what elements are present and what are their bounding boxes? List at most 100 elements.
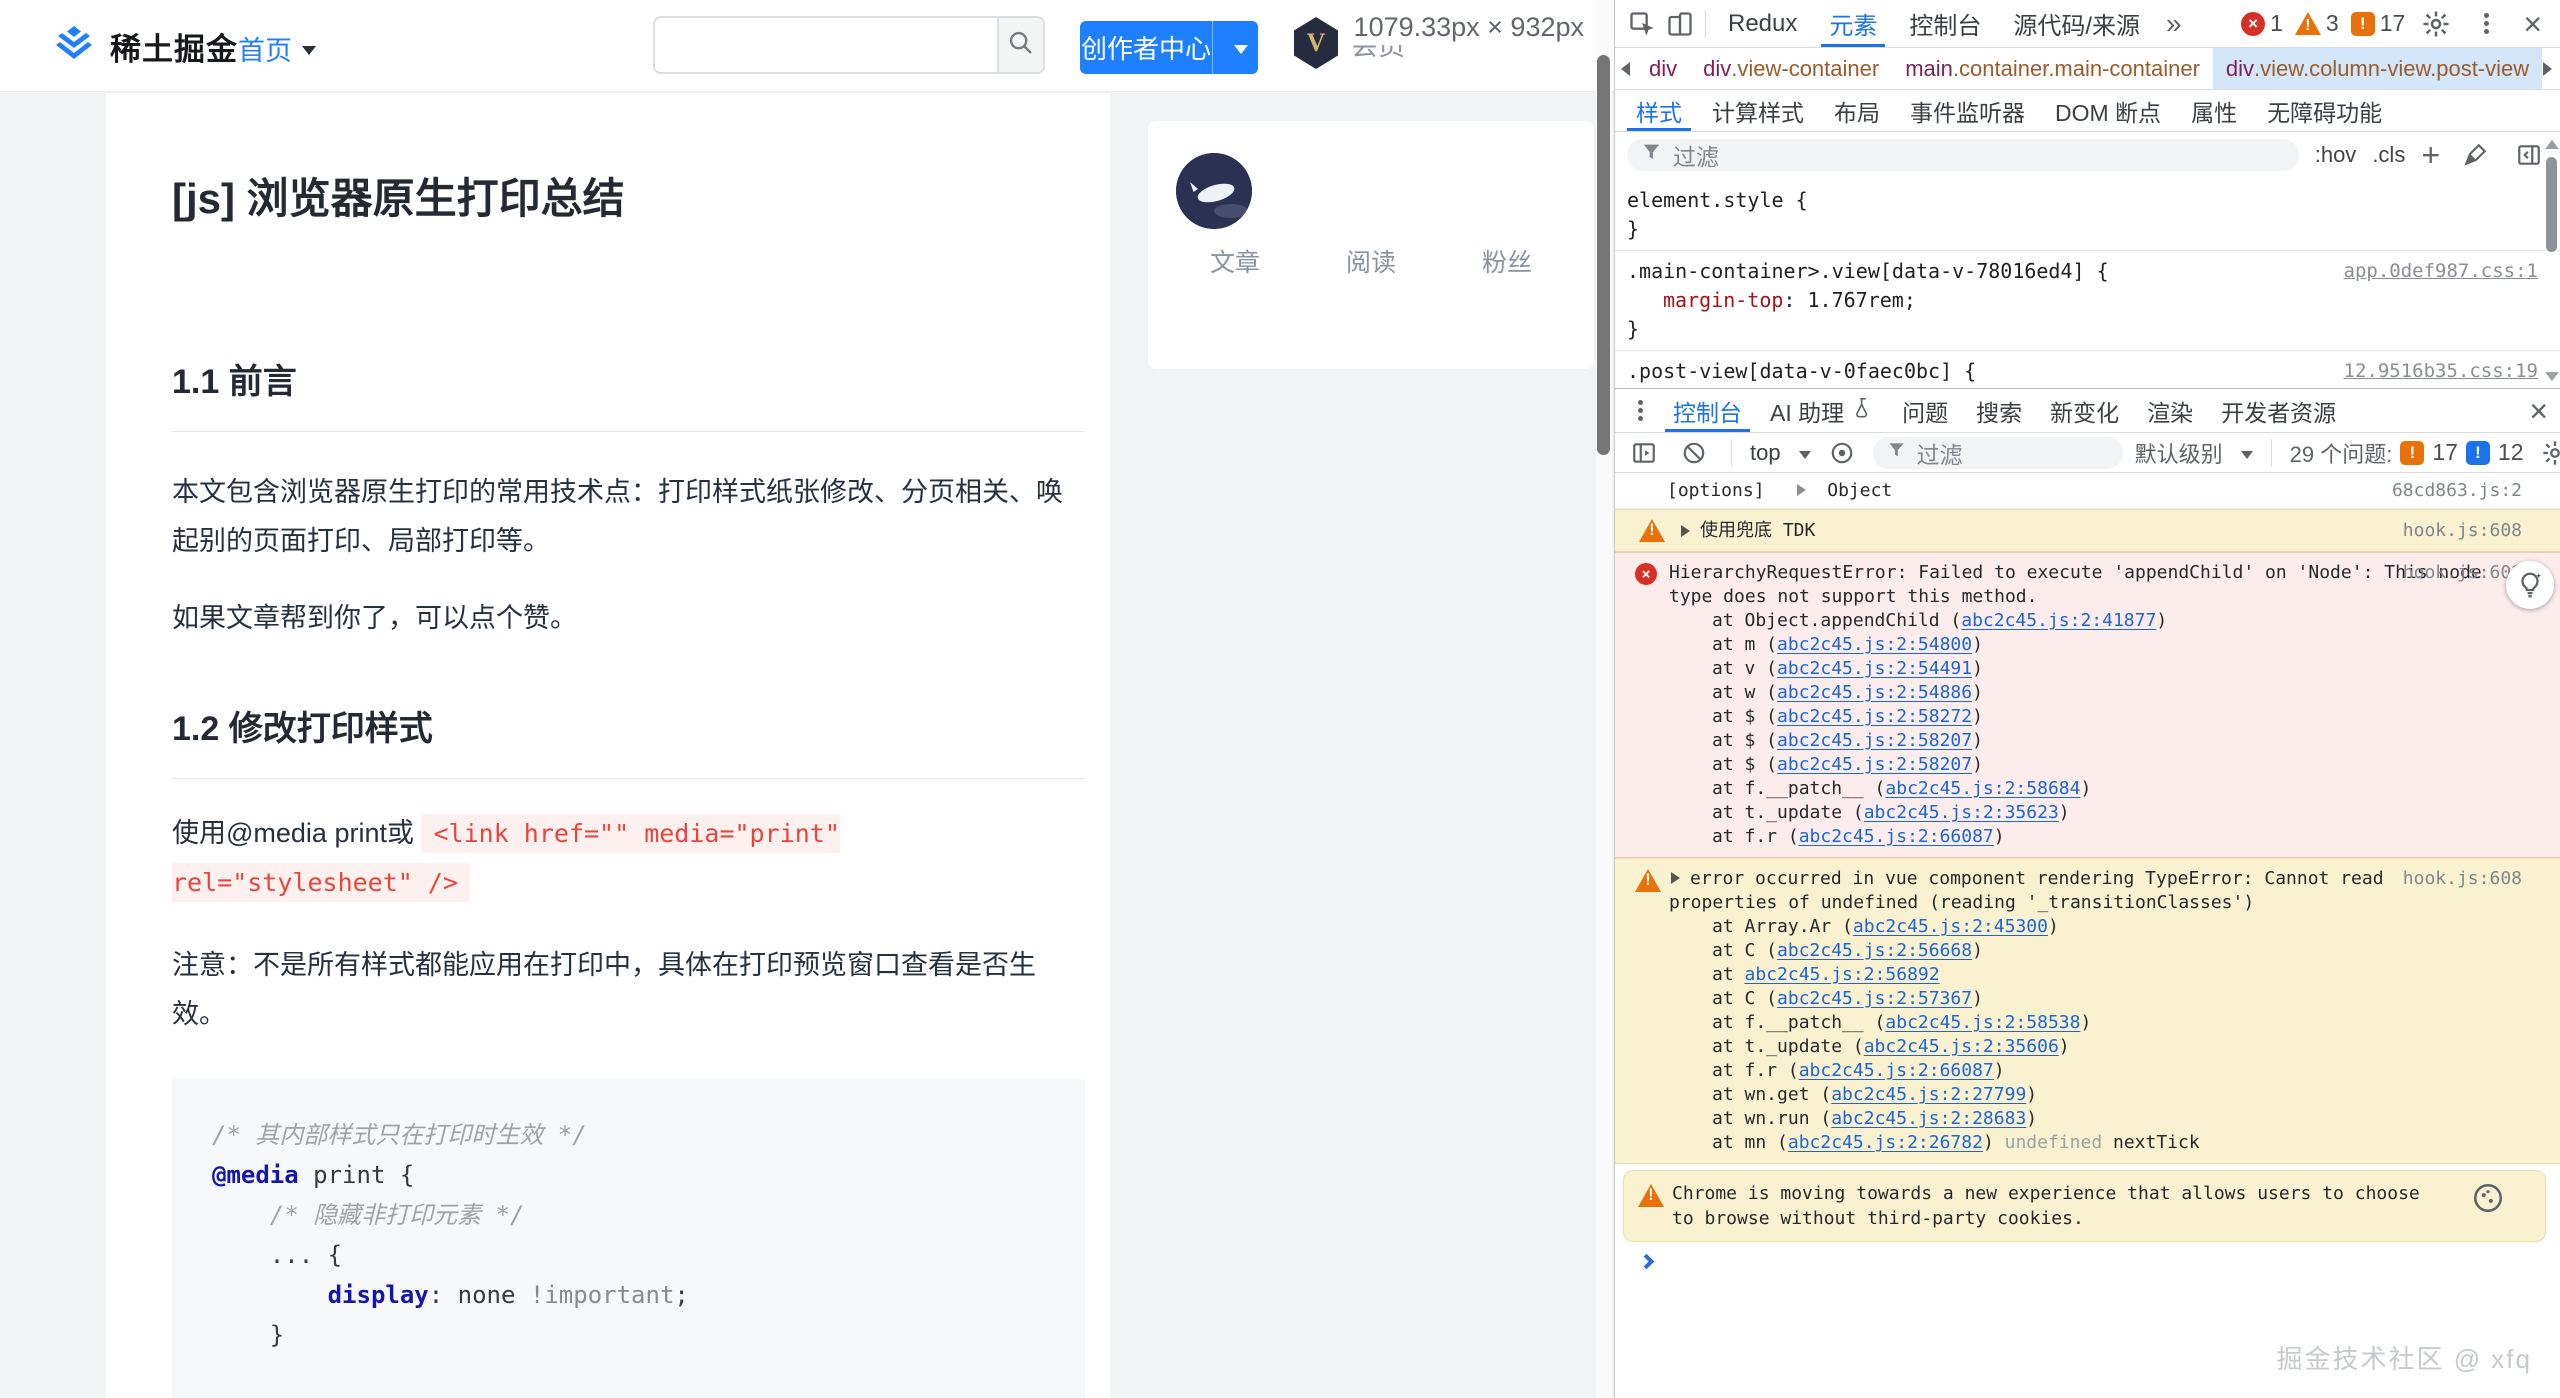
tab-rendering[interactable]: 渲染 [2133,389,2207,432]
stat-reads[interactable]: 阅读 [1346,243,1396,279]
tab-computed[interactable]: 计算样式 [1697,90,1819,131]
creator-center-dropdown[interactable] [1212,21,1258,74]
source-location-link[interactable]: hook.js:608 [2403,518,2522,543]
tab-issues[interactable]: 问题 [1888,389,1962,432]
stack-source-link[interactable]: abc2c45.js:2:54886 [1777,682,1972,703]
breadcrumb-item[interactable]: main.container.main-container [1892,48,2213,89]
stack-source-link[interactable]: abc2c45.js:2:35606 [1864,1036,2059,1057]
source-location-link[interactable]: hook.js:608 [2403,561,2522,585]
stack-source-link[interactable]: abc2c45.js:2:54491 [1777,658,1972,679]
close-devtools-icon[interactable]: × [2517,8,2548,40]
drawer-kebab-menu-icon[interactable] [1621,392,1659,430]
breadcrumb-item-selected[interactable]: div.view.column-view.post-view [2213,48,2542,89]
stack-source-link[interactable]: abc2c45.js:2:58207 [1777,754,1972,775]
console-settings-gear-icon[interactable] [2536,434,2560,472]
search-button[interactable] [997,18,1043,72]
ai-explain-error-button[interactable] [2506,561,2554,609]
element-style-rule[interactable]: element.style { [1627,186,2560,215]
site-logo[interactable]: 稀土掘金 [54,24,238,69]
stack-source-link[interactable]: abc2c45.js:2:56668 [1777,940,1972,961]
clear-console-icon[interactable] [1675,434,1713,472]
new-style-rule-button[interactable]: + [2421,139,2440,171]
tab-console[interactable]: 控制台 [1893,0,1997,47]
breadcrumb-item[interactable]: div.view-container [1690,48,1892,89]
more-tabs-icon[interactable]: » [2156,8,2192,40]
search-input[interactable] [655,18,997,72]
console-filter-input[interactable]: 过滤 [1873,437,2123,469]
stack-source-link[interactable]: abc2c45.js:2:27799 [1831,1084,2026,1105]
toggle-sidebar-icon[interactable] [2510,136,2548,174]
tab-layout[interactable]: 布局 [1819,90,1895,131]
console-error-block[interactable]: × HierarchyRequestError: Failed to execu… [1615,552,2560,858]
error-count-badge[interactable]: × 1 [2241,10,2283,37]
css-selector[interactable]: .main-container>.view[data-v-78016ed4] { [1627,257,2310,286]
stack-source-link[interactable]: abc2c45.js:2:58684 [1885,778,2080,799]
issue-count-badge[interactable]: ! 17 [2351,10,2406,37]
css-selector[interactable]: .post-view[data-v-0faec0bc] { [1627,357,2310,386]
breadcrumb-item[interactable]: div [1636,48,1690,89]
close-drawer-icon[interactable]: × [2523,395,2554,427]
tab-elements[interactable]: 元素 [1813,0,1893,47]
stack-source-link[interactable]: abc2c45.js:2:56892 [1745,964,1940,985]
console-sidebar-icon[interactable] [1625,434,1663,472]
issues-summary[interactable]: 29 个问题: ! 17 ! 12 [2290,437,2524,469]
tab-properties[interactable]: 属性 [2176,90,2252,131]
console-warning-row[interactable]: 使用兜底 TDK hook.js:608 [1615,509,2560,552]
console-vue-warning-block[interactable]: error occurred in vue component renderin… [1615,858,2560,1164]
stat-articles[interactable]: 文章 [1210,243,1260,279]
tab-sources[interactable]: 源代码/来源 [1997,0,2156,47]
css-source-link[interactable]: app.0def987.css:1 [2344,260,2538,282]
rendering-brush-icon[interactable] [2456,136,2494,174]
stack-source-link[interactable]: abc2c45.js:2:57367 [1777,988,1972,1009]
toggle-hover-state-button[interactable]: :hov [2315,142,2357,168]
stat-followers[interactable]: 粉丝 [1482,243,1532,279]
css-source-link[interactable]: 12.9516b35.css:19 [2344,360,2538,382]
tab-accessibility[interactable]: 无障碍功能 [2252,90,2397,131]
tab-event-listeners[interactable]: 事件监听器 [1895,90,2040,131]
stack-source-link[interactable]: abc2c45.js:2:58207 [1777,730,1972,751]
styles-filter-input[interactable]: 过滤 [1627,139,2299,171]
tab-console-drawer[interactable]: 控制台 [1659,389,1756,432]
context-selector[interactable]: top [1750,440,1811,466]
console-log-row[interactable]: [options] Object 68cd863.js:2 [1615,473,2560,509]
tab-changes[interactable]: 新变化 [2036,389,2133,432]
avatar[interactable] [1176,153,1252,229]
inspect-element-icon[interactable] [1623,5,1661,43]
tab-search[interactable]: 搜索 [1962,389,2036,432]
source-location-link[interactable]: 68cd863.js:2 [2392,478,2522,503]
stack-source-link[interactable]: abc2c45.js:2:54800 [1777,634,1972,655]
tab-developer-resources[interactable]: 开发者资源 [2207,389,2350,432]
stack-source-link[interactable]: abc2c45.js:2:58538 [1885,1012,2080,1033]
tab-dom-breakpoints[interactable]: DOM 断点 [2040,90,2176,131]
scrollbar-thumb[interactable] [1597,55,1610,455]
css-declaration[interactable]: position: relative; [1627,386,2310,388]
stack-source-link[interactable]: abc2c45.js:2:66087 [1799,826,1994,847]
log-level-selector[interactable]: 默认级别 [2135,437,2253,469]
live-expression-eye-icon[interactable] [1823,434,1861,472]
cookie-warning-block[interactable]: Chrome is moving towards a new experienc… [1623,1170,2546,1242]
object-preview[interactable]: Object [1827,480,1892,501]
kebab-menu-icon[interactable] [2467,5,2505,43]
stack-source-link[interactable]: abc2c45.js:2:41877 [1961,610,2156,631]
creator-center-button[interactable]: 创作者中心 [1080,21,1258,74]
breadcrumb-scroll-right-icon[interactable] [2543,62,2552,76]
stack-source-link[interactable]: abc2c45.js:2:28683 [1831,1108,2026,1129]
breadcrumb-scroll-left-icon[interactable] [1621,62,1630,76]
expand-object-icon[interactable] [1797,484,1806,496]
tab-ai-assistant[interactable]: AI 助理 [1756,389,1888,432]
stack-source-link[interactable]: abc2c45.js:2:26782 [1788,1132,1983,1153]
console-prompt[interactable] [1615,1242,2560,1267]
device-toolbar-icon[interactable] [1661,5,1699,43]
source-location-link[interactable]: hook.js:608 [2403,867,2522,891]
stack-source-link[interactable]: abc2c45.js:2:45300 [1853,916,2048,937]
tab-styles[interactable]: 样式 [1621,90,1697,131]
expand-message-icon[interactable] [1671,872,1680,884]
css-declaration[interactable]: margin-top: 1.767rem; [1627,286,2310,315]
settings-gear-icon[interactable] [2417,5,2455,43]
toggle-class-button[interactable]: .cls [2372,142,2405,168]
expand-message-icon[interactable] [1681,525,1690,537]
nav-home-menu[interactable]: 首页 [238,29,316,68]
tab-redux[interactable]: Redux [1712,0,1813,47]
stack-source-link[interactable]: abc2c45.js:2:58272 [1777,706,1972,727]
stack-source-link[interactable]: abc2c45.js:2:35623 [1864,802,2059,823]
